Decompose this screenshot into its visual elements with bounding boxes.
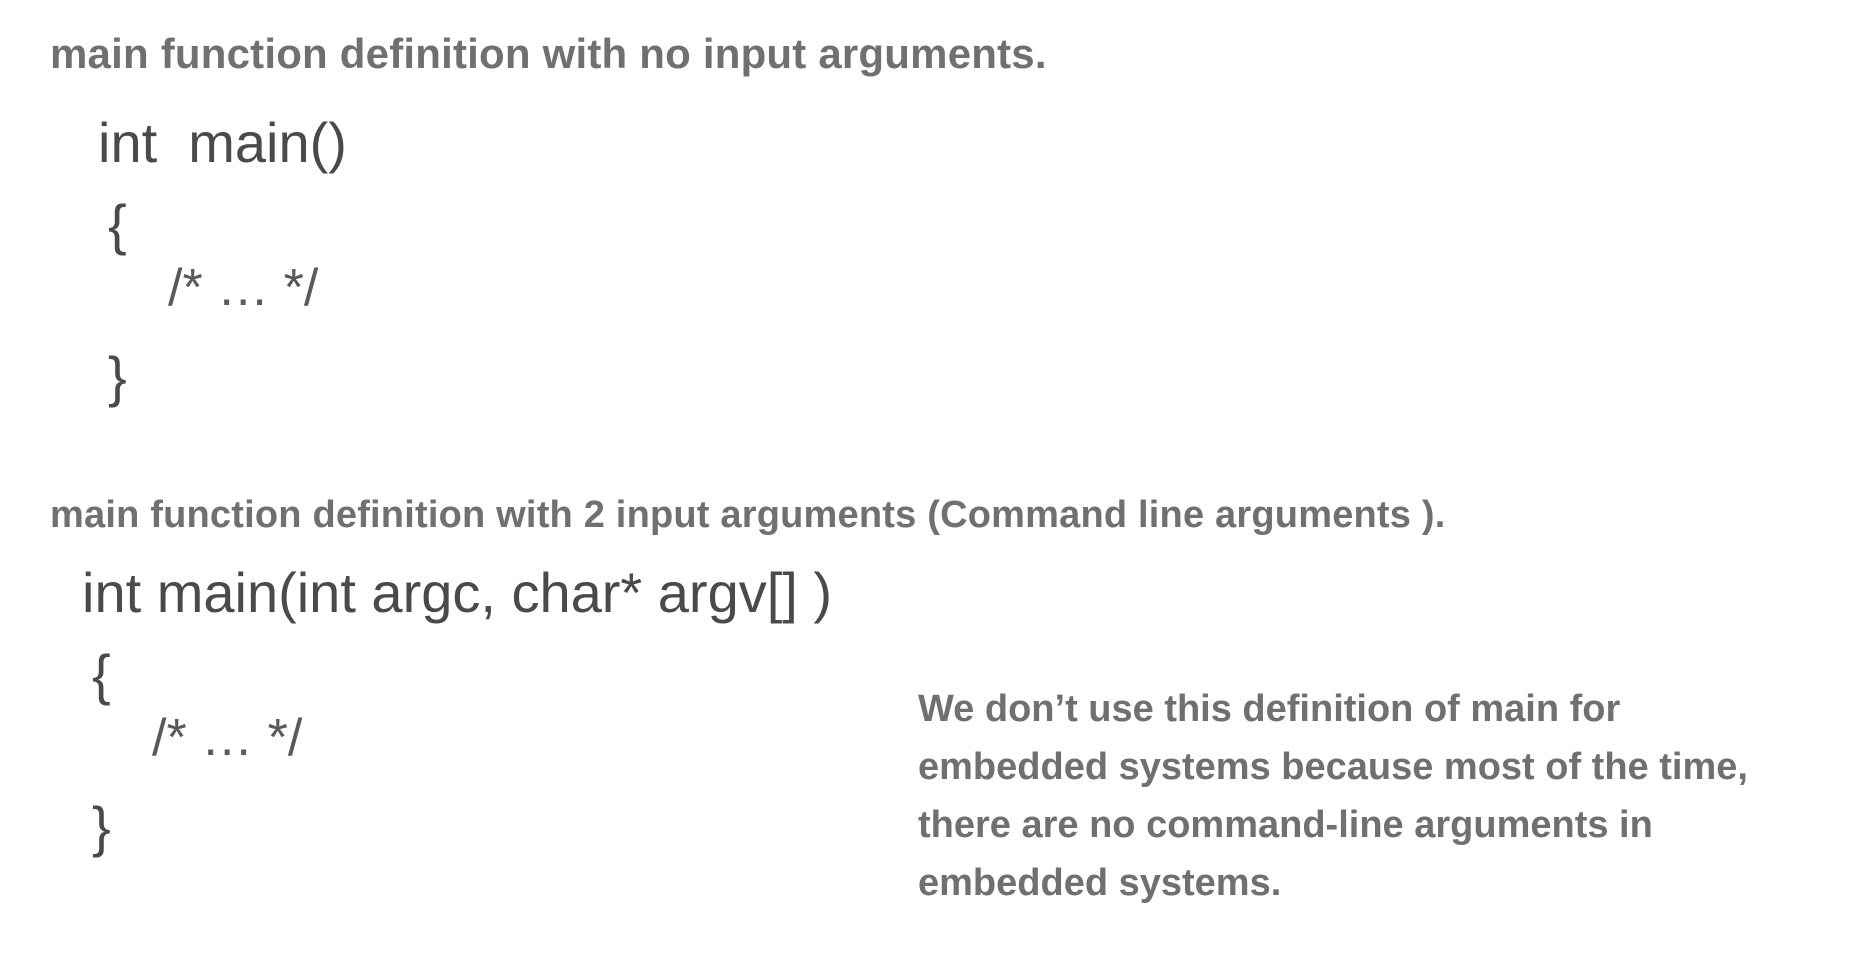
section-1-heading: main function definition with no input a… xyxy=(50,30,1047,77)
note-line: We don’t use this definition of main for xyxy=(918,688,1621,730)
embedded-note: We don’t use this definition of main for… xyxy=(918,680,1848,912)
open-brace: { xyxy=(108,193,127,256)
open-brace: { xyxy=(92,643,111,706)
note-line: embedded systems. xyxy=(918,862,1282,904)
note-line: there are no command-line arguments in xyxy=(918,804,1653,846)
code-comment: /* … */ xyxy=(168,259,319,317)
code-block-no-args: int main() { /* … */ } xyxy=(98,110,347,408)
code-comment: /* … */ xyxy=(152,709,303,767)
note-line: embedded systems because most of the tim… xyxy=(918,746,1748,788)
main-signature: int main(int argc, char* argv[] ) xyxy=(82,561,833,624)
close-brace: } xyxy=(92,795,111,858)
code-block-with-args: int main(int argc, char* argv[] ) { /* …… xyxy=(82,560,832,858)
section-2-heading: main function definition with 2 input ar… xyxy=(50,494,1446,536)
main-signature: int main() xyxy=(98,111,347,174)
close-brace: } xyxy=(108,345,127,408)
